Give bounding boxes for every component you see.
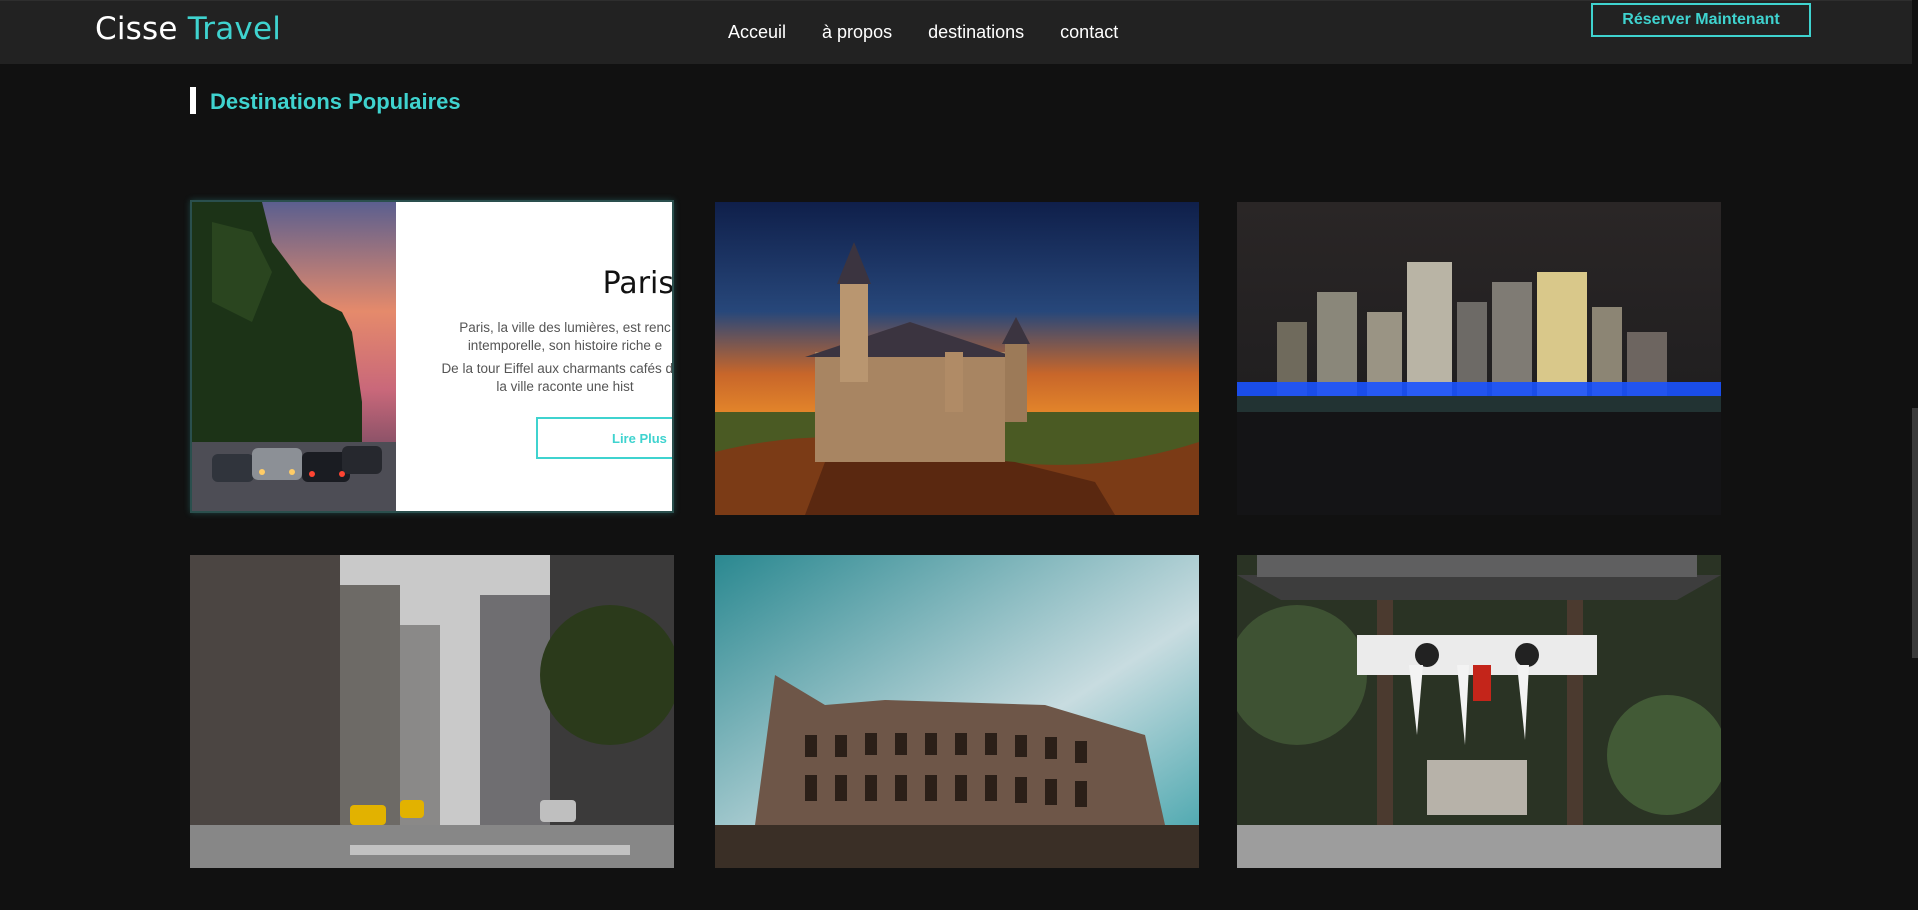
destination-card-paris[interactable]: Paris Paris, la ville des lumières, est … bbox=[190, 200, 674, 513]
section-title: Destinations Populaires bbox=[210, 89, 461, 114]
miami-skyline-image bbox=[1237, 202, 1721, 515]
nav-link-destinations[interactable]: destinations bbox=[928, 22, 1024, 43]
destination-card-rome[interactable] bbox=[715, 555, 1199, 868]
scrollbar-thumb[interactable] bbox=[1912, 408, 1918, 658]
section-title-bar bbox=[190, 87, 196, 114]
paris-description-line2: intemporelle, son histoire riche e bbox=[467, 338, 663, 353]
nav-link-accueil[interactable]: Acceuil bbox=[728, 22, 786, 43]
destination-card-castle[interactable] bbox=[715, 202, 1199, 515]
colosseum-image bbox=[715, 555, 1199, 868]
paris-description-line4: la ville raconte une hist bbox=[496, 379, 634, 394]
brand-name-part1: Cisse bbox=[95, 11, 178, 47]
japanese-shrine-image bbox=[1237, 555, 1721, 868]
book-now-button[interactable]: Réserver Maintenant bbox=[1591, 3, 1811, 37]
paris-title: Paris bbox=[602, 266, 674, 301]
paris-description-line1: Paris, la ville des lumières, est renc bbox=[459, 320, 671, 335]
paris-description-line3: De la tour Eiffel aux charmants cafés de bbox=[441, 361, 674, 376]
castle-image bbox=[715, 202, 1199, 515]
paris-info-panel: Paris Paris, la ville des lumières, est … bbox=[396, 202, 674, 511]
destination-card-new-york[interactable] bbox=[190, 555, 674, 868]
destination-card-japan[interactable] bbox=[1237, 555, 1721, 868]
destination-card-miami[interactable] bbox=[1237, 202, 1721, 515]
brand-name-part2: Travel bbox=[187, 11, 282, 47]
navbar: Cisse Travel Acceuil à propos destinatio… bbox=[0, 0, 1918, 64]
nav-link-contact[interactable]: contact bbox=[1060, 22, 1118, 43]
brand-logo[interactable]: Cisse Travel bbox=[95, 11, 281, 47]
main-nav: Acceuil à propos destinations contact bbox=[728, 22, 1154, 43]
new-york-street-image bbox=[190, 555, 674, 868]
nav-link-a-propos[interactable]: à propos bbox=[822, 22, 892, 43]
read-more-button[interactable]: Lire Plus bbox=[536, 417, 672, 459]
